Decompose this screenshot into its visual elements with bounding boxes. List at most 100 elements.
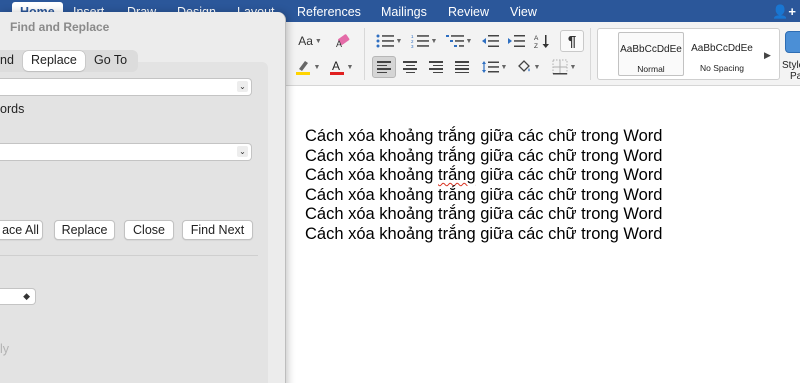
eraser-icon: A bbox=[336, 34, 350, 49]
styles-gallery: AaBbCcDdEe Normal AaBbCcDdEe No Spacing bbox=[597, 28, 780, 80]
style-no-spacing[interactable]: AaBbCcDdEe No Spacing bbox=[689, 32, 755, 76]
numbering-button[interactable]: 1 2 3 ▼ bbox=[408, 30, 440, 52]
font-color-button[interactable]: A ▼ bbox=[326, 56, 356, 78]
sort-icon: A Z bbox=[534, 35, 549, 49]
find-next-button[interactable]: Find Next bbox=[182, 220, 253, 240]
style-no-spacing-name: No Spacing bbox=[700, 63, 744, 73]
document-line-with-spelling-error: Cách xóa khoảng trắng giữa các chữ trong… bbox=[305, 166, 663, 186]
dialog-tab-selector: nd Replace Go To bbox=[0, 50, 138, 72]
align-right-button[interactable] bbox=[424, 56, 448, 78]
chevron-down-icon: ▼ bbox=[346, 63, 354, 71]
document-line: Cách xóa khoảng trắng giữa các chữ trong… bbox=[305, 127, 663, 145]
dialog-title: Find and Replace bbox=[10, 20, 110, 34]
chevron-down-icon: ▼ bbox=[465, 37, 473, 45]
multilevel-list-icon bbox=[445, 35, 464, 47]
tab-mailings[interactable]: Mailings bbox=[381, 5, 427, 19]
styles-pane-icon[interactable] bbox=[785, 31, 800, 53]
text-before: Cách xóa khoảng bbox=[305, 166, 439, 185]
numbered-list-icon: 1 2 3 bbox=[411, 34, 429, 48]
group-divider bbox=[364, 28, 365, 80]
svg-text:A: A bbox=[336, 39, 342, 49]
shading-button[interactable]: ▼ bbox=[512, 56, 544, 78]
replace-button[interactable]: Replace bbox=[54, 220, 115, 240]
svg-text:Z: Z bbox=[534, 43, 538, 49]
document-body: Cách xóa khoảng trắng giữa các chữ trong… bbox=[305, 127, 663, 245]
document-page[interactable]: Cách xóa khoảng trắng giữa các chữ trong… bbox=[287, 87, 800, 383]
svg-text:3: 3 bbox=[411, 44, 414, 48]
style-no-spacing-sample: AaBbCcDdEe bbox=[691, 43, 753, 54]
dialog-divider bbox=[0, 255, 258, 256]
dialog-content-panel: ⌄ ords ⌄ ace All Replace Close Find Next… bbox=[0, 62, 268, 383]
multilevel-list-button[interactable]: ▼ bbox=[442, 30, 476, 52]
change-case-label: Aa bbox=[298, 34, 313, 48]
bulleted-list-icon bbox=[376, 34, 394, 48]
increase-indent-button[interactable] bbox=[504, 30, 528, 52]
highlighter-icon bbox=[295, 61, 310, 75]
document-line: Cách xóa khoảng trắng giữa các chữ trong… bbox=[305, 146, 663, 165]
align-left-icon bbox=[377, 61, 391, 73]
text-after: giữa các chữ trong Word bbox=[475, 166, 663, 185]
bullets-button[interactable]: ▼ bbox=[372, 30, 406, 52]
group-divider bbox=[590, 28, 591, 80]
svg-text:A: A bbox=[534, 35, 539, 42]
close-button[interactable]: Close bbox=[124, 220, 174, 240]
chevron-down-icon: ▼ bbox=[430, 37, 438, 45]
pilcrow-icon: ¶ bbox=[567, 32, 577, 50]
justify-icon bbox=[455, 61, 469, 73]
decrease-indent-icon bbox=[482, 35, 499, 47]
font-color-icon: A bbox=[329, 59, 344, 75]
paint-bucket-icon bbox=[517, 60, 530, 72]
decrease-indent-button[interactable] bbox=[478, 30, 502, 52]
replace-all-button[interactable]: ace All bbox=[0, 220, 43, 240]
increase-indent-icon bbox=[508, 35, 525, 47]
tab-go-to[interactable]: Go To bbox=[94, 53, 127, 67]
show-formatting-marks-button[interactable]: ¶ bbox=[560, 30, 584, 52]
search-direction-popup[interactable]: ◆ bbox=[0, 288, 36, 305]
style-normal-sample: AaBbCcDdEe bbox=[620, 44, 682, 55]
document-line: Cách xóa khoảng trắng giữa các chữ trong… bbox=[305, 205, 663, 224]
tab-find[interactable]: nd bbox=[0, 53, 14, 67]
tab-references[interactable]: References bbox=[297, 5, 361, 19]
document-line: Cách xóa khoảng trắng giữa các chữ trong… bbox=[305, 185, 663, 204]
line-spacing-button[interactable]: ▼ bbox=[478, 56, 510, 78]
svg-text:A: A bbox=[332, 59, 340, 73]
up-down-chevron-icon: ◆ bbox=[23, 291, 30, 301]
styles-pane-label-line1: Styles bbox=[782, 60, 800, 71]
style-normal-name: Normal bbox=[637, 64, 665, 74]
tab-view[interactable]: View bbox=[510, 5, 537, 19]
replace-all-label: ace All bbox=[2, 223, 39, 237]
document-line: Cách xóa khoảng trắng giữa các chữ trong… bbox=[305, 224, 663, 243]
chevron-down-icon: ▼ bbox=[314, 37, 322, 45]
clear-formatting-button[interactable]: A bbox=[331, 30, 357, 52]
share-icon[interactable]: 👤+ bbox=[772, 4, 796, 20]
line-spacing-icon bbox=[481, 61, 499, 73]
change-case-button[interactable]: Aa ▼ bbox=[293, 30, 327, 52]
chevron-down-icon: ▼ bbox=[313, 63, 321, 71]
chevron-down-icon: ▼ bbox=[500, 63, 508, 71]
style-normal[interactable]: AaBbCcDdEe Normal bbox=[618, 32, 684, 76]
chevron-down-icon: ▼ bbox=[395, 37, 403, 45]
justify-button[interactable] bbox=[450, 56, 474, 78]
chevron-down-icon: ▼ bbox=[533, 63, 541, 71]
tab-replace[interactable]: Replace bbox=[23, 51, 85, 71]
replace-with-field[interactable]: ⌄ bbox=[0, 143, 252, 161]
styles-pane-button-label[interactable]: Styles Pane bbox=[782, 60, 800, 82]
align-center-button[interactable] bbox=[398, 56, 422, 78]
borders-button[interactable]: ▼ bbox=[546, 56, 582, 78]
align-right-icon bbox=[429, 61, 443, 73]
misspelled-word[interactable]: trắng bbox=[438, 166, 476, 184]
chevron-down-icon[interactable]: ⌄ bbox=[237, 146, 248, 157]
highlight-color-button[interactable]: ▼ bbox=[290, 56, 324, 78]
find-and-replace-dialog: Find and Replace ⌄ ords ⌄ ace All Replac… bbox=[0, 12, 286, 383]
tab-review[interactable]: Review bbox=[448, 5, 489, 19]
chevron-right-icon[interactable]: ▶ bbox=[764, 50, 771, 61]
find-what-field[interactable]: ⌄ bbox=[0, 78, 252, 96]
chevron-down-icon[interactable]: ⌄ bbox=[237, 81, 248, 92]
match-whole-words-label[interactable]: ords bbox=[0, 102, 24, 116]
align-center-icon bbox=[403, 61, 417, 73]
sort-button[interactable]: A Z bbox=[531, 30, 555, 52]
styles-pane-label-line2: Pane bbox=[790, 71, 800, 82]
align-left-button[interactable] bbox=[372, 56, 396, 78]
borders-icon bbox=[552, 59, 568, 75]
chevron-down-icon: ▼ bbox=[569, 63, 577, 71]
